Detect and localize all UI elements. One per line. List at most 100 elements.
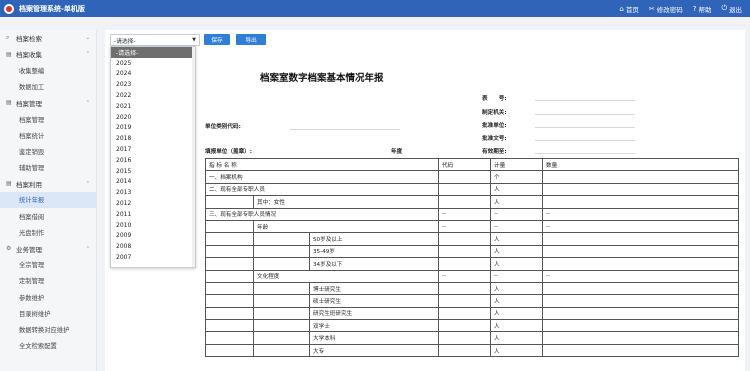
cell-qty[interactable]	[542, 343, 740, 358]
cell-code[interactable]	[438, 257, 492, 271]
cell-unit: --	[490, 219, 544, 234]
cell-qty[interactable]	[542, 232, 740, 246]
table-row: 大专 人	[205, 343, 740, 358]
chevron-up-icon: ⌃	[85, 99, 90, 106]
cell-qty[interactable]	[542, 195, 740, 209]
cell-code[interactable]	[438, 195, 492, 209]
sidebar-item-tree[interactable]: 目录树维护	[0, 305, 96, 321]
meta-label-valid-until: 有效期至:	[482, 149, 507, 155]
cell-code[interactable]	[438, 232, 492, 246]
dropdown-option[interactable]: -请选择-	[111, 47, 195, 58]
logout-link[interactable]: ⏻ 退出	[721, 4, 742, 14]
meta-label-approval-no: 批准文号:	[482, 136, 507, 142]
sidebar-item-fulltext[interactable]: 全文检索配置	[0, 338, 96, 354]
dropdown-option[interactable]: 2023	[111, 79, 195, 90]
cell-code[interactable]	[438, 281, 492, 296]
dropdown-option[interactable]: 2011	[111, 209, 195, 220]
cell-code[interactable]	[438, 182, 492, 197]
cell-qty[interactable]	[542, 306, 740, 321]
cell-unit: 人	[490, 195, 544, 209]
sidebar-item-convert[interactable]: 数据转换对应维护	[0, 321, 96, 337]
cell-code[interactable]	[438, 294, 492, 308]
dropdown-option[interactable]: 2010	[111, 220, 195, 231]
sidebar-group-label: 档案检索	[16, 35, 42, 44]
sidebar-group-collect[interactable]: ▤ 档案收集 ⌃	[0, 46, 96, 62]
dropdown-option[interactable]: 2007	[111, 252, 195, 263]
cell-qty[interactable]	[542, 281, 740, 296]
sidebar-item-aux-manage[interactable]: 辅助管理	[0, 160, 96, 176]
dropdown-option[interactable]: 2017	[111, 144, 195, 155]
cell-code[interactable]	[438, 306, 492, 321]
year-select[interactable]: -请选择- ▼	[110, 34, 200, 46]
dropdown-option[interactable]: 2008	[111, 241, 195, 252]
sidebar-item-params[interactable]: 参数维护	[0, 289, 96, 305]
sidebar-item-annual-report[interactable]: 统计年报	[0, 191, 96, 209]
row-leaf-label: 硕士研究生	[308, 294, 440, 308]
sidebar-item-data-processing[interactable]: 数据加工	[0, 79, 96, 95]
row-spacer	[205, 331, 254, 345]
help-link[interactable]: ? 帮助	[693, 4, 712, 14]
search-icon: ⌕	[6, 34, 10, 42]
cell-qty[interactable]	[542, 244, 740, 259]
chevron-down-icon: ▼	[192, 37, 196, 43]
cell-code[interactable]	[438, 244, 492, 259]
row-leaf-label: 大专	[308, 343, 440, 358]
sidebar-group-business[interactable]: ⚙ 业务管理 ⌃	[0, 240, 96, 256]
meta-label-org: 制定机关:	[482, 110, 507, 116]
cell-qty[interactable]	[542, 182, 740, 197]
dropdown-option[interactable]: 2013	[111, 187, 195, 198]
cell-code[interactable]	[438, 170, 492, 184]
dropdown-option[interactable]: 2020	[111, 112, 195, 123]
sidebar-group-manage[interactable]: ▤ 档案管理 ⌃	[0, 95, 96, 111]
meta-line	[535, 127, 635, 128]
sidebar-item-archive-stats[interactable]: 档案统计	[0, 127, 96, 143]
sidebar-group-label: 档案收集	[16, 51, 42, 60]
cell-qty[interactable]	[542, 294, 740, 308]
sidebar-group-use[interactable]: ▤ 档案利用 ⌃	[0, 176, 96, 192]
dropdown-option[interactable]: 2018	[111, 133, 195, 144]
sidebar-item-borrow[interactable]: 档案借阅	[0, 208, 96, 224]
year-label: 年度	[391, 149, 403, 155]
dropdown-option[interactable]: 2021	[111, 101, 195, 112]
sidebar-item-collect-organize[interactable]: 收集整编	[0, 62, 96, 78]
export-button[interactable]: 导出	[236, 34, 266, 45]
cell-unit: 人	[490, 306, 544, 321]
sidebar-group-search[interactable]: ⌕ 档案检索 ⌄	[0, 30, 96, 46]
cell-code[interactable]	[438, 343, 492, 358]
sidebar-item-fonds[interactable]: 全宗管理	[0, 257, 96, 273]
cell-qty[interactable]	[542, 257, 740, 271]
cell-qty[interactable]	[542, 319, 740, 333]
folder-icon: ▤	[6, 180, 12, 188]
table-row: 三、现有全部专职人员情况 -- -- --	[204, 207, 740, 221]
cell-code[interactable]	[438, 331, 492, 345]
gear-icon: ⚙	[6, 245, 12, 253]
dropdown-option[interactable]: 2022	[111, 90, 195, 101]
save-button[interactable]: 保存	[204, 34, 230, 45]
dropdown-option[interactable]: 2016	[111, 155, 195, 166]
dropdown-option[interactable]: 2012	[111, 198, 195, 209]
change-password-link[interactable]: ✂ 修改密码	[649, 4, 683, 14]
dropdown-scrollbar[interactable]	[192, 47, 195, 267]
table-row: 50岁及以上 人	[205, 232, 740, 246]
sidebar-item-archive-manage[interactable]: 档案管理	[0, 111, 96, 127]
table-row: 文化程度 -- -- --	[205, 269, 740, 283]
dropdown-option[interactable]: 2019	[111, 123, 195, 134]
dropdown-option[interactable]: 2025	[111, 58, 195, 69]
table-row: 34岁及以下 人	[205, 257, 740, 271]
sidebar-item-custom[interactable]: 定制管理	[0, 273, 96, 289]
home-link[interactable]: ⌂ 首页	[619, 4, 638, 14]
cell-unit: 人	[490, 331, 544, 345]
sidebar-item-appraisal-destroy[interactable]: 鉴定销毁	[0, 143, 96, 159]
dropdown-option[interactable]: 2024	[111, 69, 195, 80]
chevron-up-icon: ⌃	[85, 180, 90, 187]
sidebar-item-disc[interactable]: 光盘制作	[0, 224, 96, 240]
table-row: 博士研究生 人	[205, 281, 740, 296]
row-label: 三、现有全部专职人员情况	[204, 207, 440, 221]
dropdown-option[interactable]: 2009	[111, 231, 195, 242]
dropdown-option[interactable]: 2015	[111, 166, 195, 177]
dropdown-option[interactable]: 2014	[111, 177, 195, 188]
cell-qty[interactable]	[542, 170, 740, 184]
cell-qty[interactable]	[542, 331, 740, 345]
folder-icon: ▤	[6, 99, 12, 107]
cell-code[interactable]	[438, 319, 492, 333]
